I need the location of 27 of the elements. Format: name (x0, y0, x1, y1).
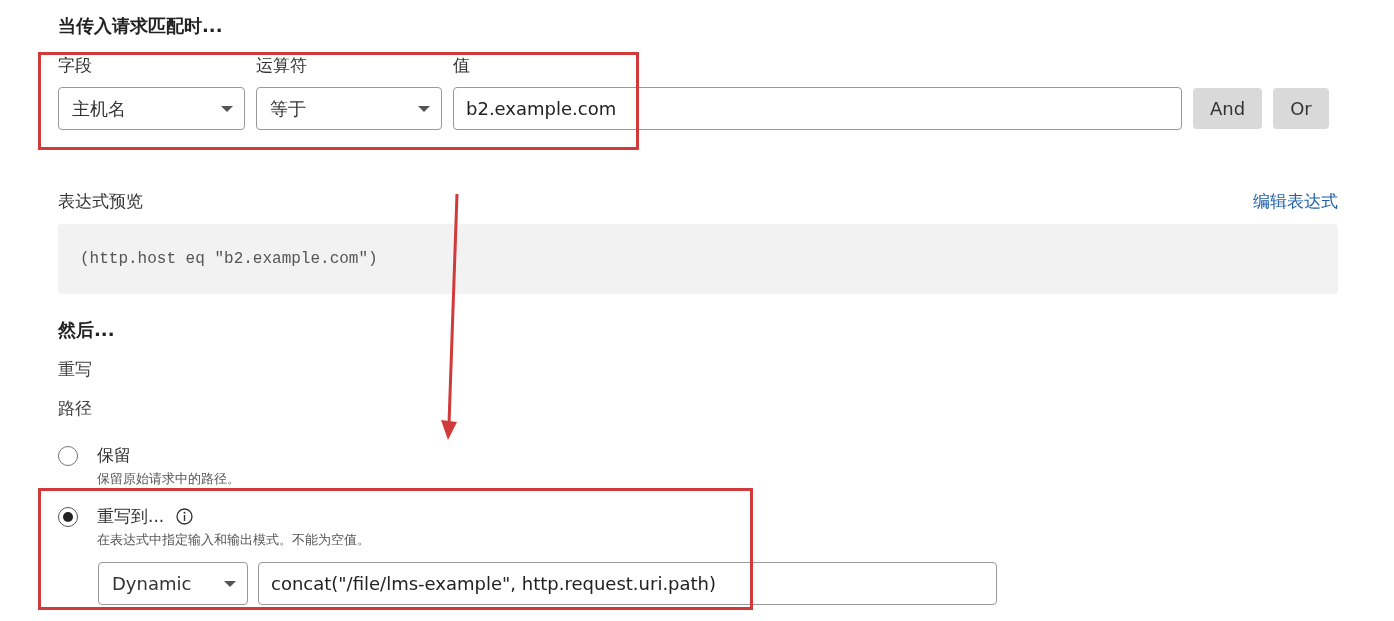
option-description: 保留原始请求中的路径。 (97, 470, 240, 488)
radio-button[interactable] (58, 446, 78, 466)
expression-input[interactable]: concat("/file/lms-example", http.request.uri.path) (258, 562, 997, 605)
expression-preview: (http.host eq "b2.example.com") (58, 224, 1338, 294)
path-label: 路径 (58, 397, 93, 420)
dropdown[interactable]: 等于 (256, 87, 442, 130)
edit-expression-link[interactable]: 编辑表达式 (1253, 190, 1338, 213)
option-description: 在表达式中指定输入和输出模式。不能为空值。 (97, 531, 370, 549)
dropdown[interactable]: Dynamic (98, 562, 248, 605)
logic-button[interactable]: Or (1273, 88, 1329, 129)
field-label: 运算符 (256, 54, 308, 77)
caret-icon (223, 579, 237, 588)
dropdown[interactable]: 主机名 (58, 87, 245, 130)
info-icon[interactable] (176, 508, 194, 525)
radio-button[interactable] (58, 507, 78, 527)
field-label: 值 (453, 54, 471, 77)
section-heading: 然后... (58, 318, 116, 342)
action-label: 重写 (58, 358, 93, 381)
radio-label: 重写到... (97, 505, 165, 528)
field-label: 字段 (58, 54, 93, 77)
radio-label: 保留 (97, 444, 131, 467)
preview-label: 表达式预览 (58, 190, 143, 213)
section-heading: 当传入请求匹配时... (58, 14, 224, 38)
logic-button[interactable]: And (1193, 88, 1263, 129)
caret-icon (220, 104, 234, 113)
value-input[interactable]: b2.example.com (453, 87, 1182, 130)
caret-icon (417, 104, 431, 113)
